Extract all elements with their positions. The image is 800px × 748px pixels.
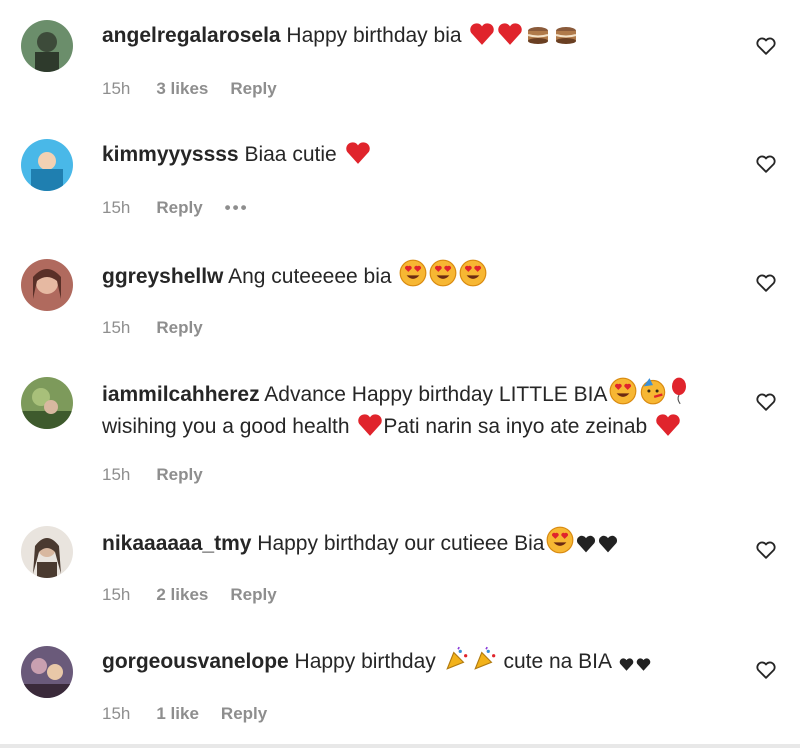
comment-text-line2: cute na BIA — [497, 650, 617, 673]
likes-count[interactable]: 3 likes — [156, 79, 208, 99]
comment-text: Happy birthday — [288, 650, 442, 673]
heart-eyes-icon — [429, 259, 457, 287]
black-heart-icon — [619, 658, 633, 671]
comment-body: angelregalarosela Happy birthday bia — [102, 20, 742, 52]
black-heart-icon — [599, 535, 618, 553]
comment-body: ggreyshellw Ang cuteeeee bia — [102, 259, 742, 293]
heart-eyes-icon — [459, 259, 487, 287]
cake-icon — [556, 27, 577, 44]
comment-time: 15h — [102, 318, 131, 337]
avatar[interactable] — [21, 526, 73, 578]
divider — [0, 744, 800, 748]
comment-body: nikaaaaaa_tmy Happy birthday our cutieee… — [102, 526, 742, 560]
reply-button[interactable]: Reply — [156, 465, 202, 485]
comment-text: Happy birthday bia — [280, 24, 462, 47]
party-popper-icon — [445, 646, 467, 670]
red-heart-icon — [470, 23, 495, 45]
red-heart-icon — [498, 23, 523, 45]
comment-username[interactable]: iammilcahherez — [102, 383, 260, 406]
comment-text: Ang cuteeeee bia — [223, 265, 392, 288]
comment-username[interactable]: ggreyshellw — [102, 265, 223, 288]
comment-time: 15h — [102, 79, 131, 98]
like-heart-icon[interactable] — [755, 272, 777, 294]
like-heart-icon[interactable] — [755, 539, 777, 561]
avatar[interactable] — [21, 259, 73, 311]
comment-meta: 15h Reply — [102, 318, 225, 338]
like-heart-icon[interactable] — [755, 35, 777, 57]
comment-time: 15h — [102, 585, 131, 604]
cake-icon — [528, 27, 549, 44]
black-heart-icon — [636, 658, 650, 671]
comment-username[interactable]: nikaaaaaa_tmy — [102, 532, 251, 555]
comment-time: 15h — [102, 465, 131, 484]
avatar[interactable] — [21, 377, 73, 429]
red-heart-icon — [345, 142, 370, 164]
comment-meta: 15h 3 likes Reply — [102, 79, 299, 99]
avatar[interactable] — [21, 139, 73, 191]
like-heart-icon[interactable] — [755, 659, 777, 681]
comment-meta: 15h Reply — [102, 465, 225, 485]
more-options-icon[interactable]: ••• — [225, 198, 249, 218]
like-heart-icon[interactable] — [755, 391, 777, 413]
avatar[interactable] — [21, 646, 73, 698]
party-face-icon — [641, 378, 666, 405]
heart-eyes-icon — [610, 377, 637, 405]
comment-time: 15h — [102, 198, 131, 217]
comment-body: iammilcahherez Advance Happy birthday LI… — [102, 377, 742, 443]
reply-button[interactable]: Reply — [221, 704, 267, 724]
comment-username[interactable]: kimmyyyssss — [102, 143, 239, 166]
comment-meta: 15h 2 likes Reply — [102, 585, 299, 605]
comment-username[interactable]: gorgeousvanelope — [102, 650, 289, 673]
comment-text-line3: Pati narin sa inyo ate zeinab — [383, 415, 654, 438]
party-popper-icon — [473, 646, 495, 670]
avatar[interactable] — [21, 20, 73, 72]
comment-time: 15h — [102, 704, 131, 723]
heart-icon — [358, 414, 383, 436]
reply-button[interactable]: Reply — [230, 585, 276, 605]
black-heart-icon — [577, 535, 596, 553]
heart-eyes-icon — [547, 526, 574, 554]
comment-text: Biaa cutie — [238, 143, 337, 166]
comment-text: Advance Happy birthday LITTLE BIA — [259, 383, 608, 406]
reply-button[interactable]: Reply — [156, 318, 202, 338]
comment-body: gorgeousvanelope Happy birthday cute na … — [102, 646, 742, 678]
heart-eyes-icon — [399, 259, 427, 287]
reply-button[interactable]: Reply — [230, 79, 276, 99]
likes-count[interactable]: 2 likes — [156, 585, 208, 605]
reply-button[interactable]: Reply — [156, 198, 202, 218]
like-heart-icon[interactable] — [755, 153, 777, 175]
comment-meta: 15h 1 like Reply — [102, 704, 289, 724]
comment-body: kimmyyyssss Biaa cutie — [102, 139, 742, 171]
comment-text: Happy birthday our cutieee Bia — [251, 532, 545, 555]
likes-count[interactable]: 1 like — [156, 704, 199, 724]
red-heart-icon — [656, 414, 680, 436]
balloon-icon — [672, 377, 687, 405]
comment-text-line2: wisihing you a good health — [102, 415, 356, 438]
comment-username[interactable]: angelregalarosela — [102, 24, 281, 47]
comment-meta: 15h Reply ••• — [102, 198, 271, 218]
